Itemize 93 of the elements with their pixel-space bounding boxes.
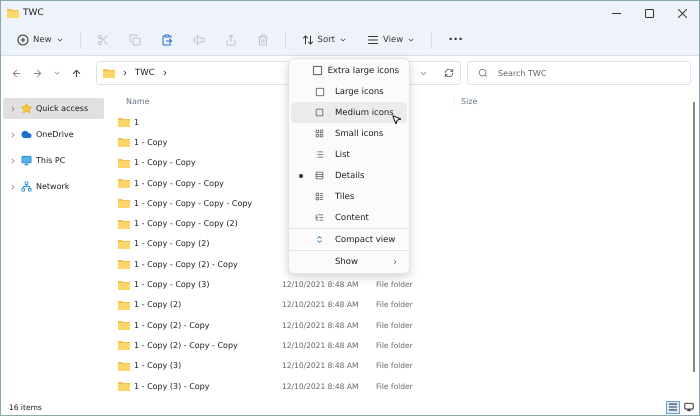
more-button[interactable]: ••• [440, 28, 472, 52]
expand-icon [9, 104, 17, 112]
file-name[interactable]: 1 - Copy (3) [134, 361, 182, 370]
folder-icon [118, 320, 130, 330]
back-arrow-icon [11, 68, 22, 78]
sidebar-item[interactable]: OneDrive [3, 124, 104, 145]
folder-icon [118, 158, 130, 168]
lines-icon [366, 34, 379, 46]
caret-icon [53, 69, 61, 77]
folder-icon [118, 238, 130, 249]
file-name[interactable]: 1 - Copy - Copy (2) [134, 239, 210, 248]
column-header[interactable]: Size [454, 96, 534, 106]
menu-item[interactable]: Small icons [291, 123, 407, 144]
file-name[interactable]: 1 [134, 118, 140, 127]
sidebar-item[interactable]: Network [3, 176, 104, 197]
folder-icon [118, 198, 130, 208]
menu-item[interactable]: Show [291, 251, 407, 272]
search-icon [478, 68, 488, 78]
tiles-icon [315, 192, 324, 201]
tiles-view-button[interactable] [683, 400, 695, 414]
expand-icon [9, 182, 17, 190]
file-name[interactable]: 1 - Copy (2) - Copy [134, 320, 210, 330]
search-box[interactable]: Search TWC [467, 61, 691, 85]
rename-icon [192, 34, 205, 46]
maximize-icon[interactable] [645, 8, 654, 18]
menu-item[interactable]: Details [291, 165, 407, 186]
breadcrumb[interactable]: TWC [135, 68, 155, 78]
folder-icon [118, 218, 130, 229]
folder-icon [118, 381, 130, 391]
refresh-icon[interactable] [444, 68, 454, 78]
folder-icon [7, 8, 19, 18]
compact-icon [315, 235, 324, 244]
file-name[interactable]: 1 - Copy [134, 138, 168, 147]
sidebar-item[interactable]: Quick access [3, 98, 104, 119]
menu-item[interactable]: Tiles [291, 186, 407, 207]
expand-icon [9, 156, 17, 164]
menu-item[interactable]: Medium icons [291, 102, 407, 123]
sort-icon [302, 34, 314, 46]
folder-icon [118, 178, 130, 188]
sidebar-item[interactable]: This PC [3, 150, 104, 171]
menu-item[interactable]: Content [291, 207, 407, 228]
caret-icon [407, 36, 416, 44]
file-name[interactable]: 1 - Copy (3) - Copy [134, 382, 210, 390]
file-name[interactable]: 1 - Copy - Copy (2) - Copy [134, 260, 238, 269]
chevron-icon [391, 258, 399, 266]
grid-icon [315, 129, 324, 138]
list-icon [315, 150, 324, 159]
trash-icon [256, 34, 269, 46]
file-name[interactable]: 1 - Copy (2) - Copy - Copy [134, 340, 238, 350]
lines-icon [668, 402, 678, 412]
folder-icon [118, 360, 130, 371]
scissors-icon [96, 34, 109, 46]
file-name[interactable]: 1 - Copy - Copy [134, 158, 196, 168]
folder-icon [118, 340, 130, 350]
menu-item[interactable]: Compact view [291, 229, 407, 250]
details-view-button[interactable] [666, 400, 680, 414]
file-name[interactable]: 1 - Copy - Copy - Copy - Copy [134, 198, 252, 208]
view-button[interactable]: View [358, 28, 424, 52]
cloud-icon [21, 129, 32, 140]
folder-icon [118, 117, 130, 128]
chevron-icon [121, 69, 129, 77]
file-name[interactable]: 1 - Copy - Copy (3) [134, 280, 210, 290]
forward-arrow-icon [32, 68, 43, 78]
paste-icon [160, 34, 173, 46]
network-icon [21, 181, 32, 192]
expand-icon [9, 130, 17, 138]
column-header[interactable]: Name [118, 96, 282, 106]
window-title: TWC [23, 8, 44, 18]
folder-icon [103, 68, 115, 78]
menu-item[interactable]: Extra large icons [291, 60, 407, 81]
file-name[interactable]: 1 - Copy (2) [134, 300, 182, 310]
lines-icon [315, 171, 324, 180]
folder-icon [118, 137, 130, 148]
copy-icon [128, 34, 141, 46]
new-button[interactable]: New [9, 28, 72, 52]
folder-icon [118, 280, 130, 290]
file-name[interactable]: 1 - Copy - Copy - Copy (2) [134, 219, 238, 228]
menu-item[interactable]: List [291, 144, 407, 165]
caret-icon [56, 36, 64, 44]
file-name[interactable]: 1 - Copy - Copy - Copy [134, 178, 224, 188]
up-arrow-icon [71, 68, 82, 78]
minimize-icon[interactable] [612, 12, 621, 14]
content-icon [315, 213, 324, 222]
pointer-icon [391, 114, 402, 125]
search-input[interactable]: Search TWC [496, 68, 680, 78]
share-icon [224, 34, 237, 46]
plus-icon [17, 34, 29, 46]
star-icon [21, 103, 32, 114]
sort-button[interactable]: Sort [294, 28, 355, 52]
folder-icon [118, 259, 130, 270]
close-icon[interactable] [678, 8, 687, 18]
caret-icon [338, 36, 347, 44]
folder-icon [118, 300, 130, 310]
